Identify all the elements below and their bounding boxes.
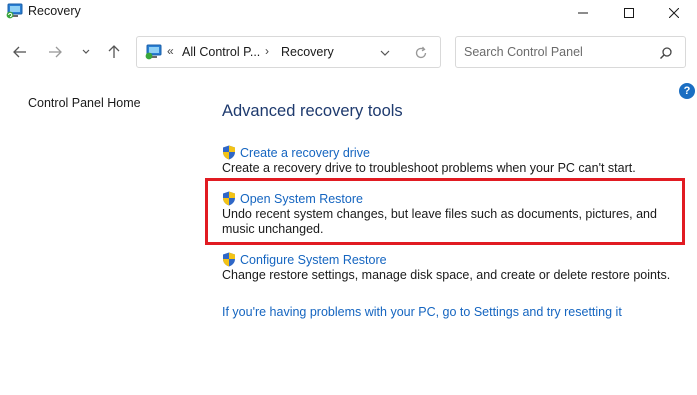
close-button[interactable]	[651, 0, 697, 26]
recovery-app-icon	[6, 3, 24, 19]
minimize-button[interactable]	[560, 0, 606, 26]
close-icon	[669, 8, 679, 18]
uac-shield-icon	[223, 145, 235, 160]
control-panel-icon	[145, 44, 163, 60]
up-button[interactable]	[104, 42, 124, 62]
recovery-window: Recovery « All Control P... › Recovery S…	[0, 0, 697, 395]
help-icon[interactable]: ?	[679, 83, 695, 99]
maximize-button[interactable]	[606, 0, 652, 26]
control-panel-home-link[interactable]: Control Panel Home	[28, 96, 141, 110]
uac-shield-icon	[223, 252, 235, 267]
breadcrumb-recovery[interactable]: Recovery	[281, 45, 334, 59]
address-bar[interactable]: « All Control P... › Recovery	[136, 36, 441, 68]
maximize-icon	[624, 8, 634, 18]
reset-pc-settings-link[interactable]: If you're having problems with your PC, …	[222, 305, 622, 319]
tool-description: Create a recovery drive to troubleshoot …	[222, 161, 636, 175]
minimize-icon	[578, 12, 588, 14]
arrow-left-icon	[13, 46, 26, 58]
page-heading: Advanced recovery tools	[222, 102, 403, 120]
tool-label[interactable]: Create a recovery drive	[240, 146, 370, 160]
search-box[interactable]	[455, 36, 686, 68]
configure-system-restore-link[interactable]: Configure System Restore	[222, 252, 672, 267]
title-bar: Recovery	[0, 0, 697, 26]
window-title: Recovery	[28, 4, 81, 18]
back-button[interactable]	[10, 42, 30, 62]
breadcrumb-all-control-panel[interactable]: All Control P...	[182, 45, 260, 59]
breadcrumb-overflow[interactable]: «	[167, 44, 174, 58]
navigation-bar: « All Control P... › Recovery	[0, 34, 697, 72]
refresh-icon	[415, 46, 427, 59]
search-icon[interactable]	[658, 45, 674, 61]
tool-create-recovery-drive: Create a recovery drive Create a recover…	[222, 145, 672, 176]
chevron-down-icon	[82, 49, 90, 54]
forward-button[interactable]	[45, 42, 65, 62]
tool-configure-system-restore: Configure System Restore Change restore …	[222, 252, 672, 283]
address-dropdown-button[interactable]	[377, 45, 393, 61]
refresh-button[interactable]	[413, 45, 429, 61]
search-input[interactable]	[464, 42, 649, 62]
chevron-down-icon	[380, 50, 390, 56]
tool-label[interactable]: Configure System Restore	[240, 253, 387, 267]
arrow-up-icon	[108, 45, 120, 58]
highlight-annotation-box	[205, 178, 685, 245]
recent-locations-button[interactable]	[76, 42, 96, 62]
create-recovery-drive-link[interactable]: Create a recovery drive	[222, 145, 672, 160]
breadcrumb-separator[interactable]: ›	[265, 44, 269, 58]
arrow-right-icon	[49, 46, 62, 58]
tool-description: Change restore settings, manage disk spa…	[222, 268, 671, 282]
